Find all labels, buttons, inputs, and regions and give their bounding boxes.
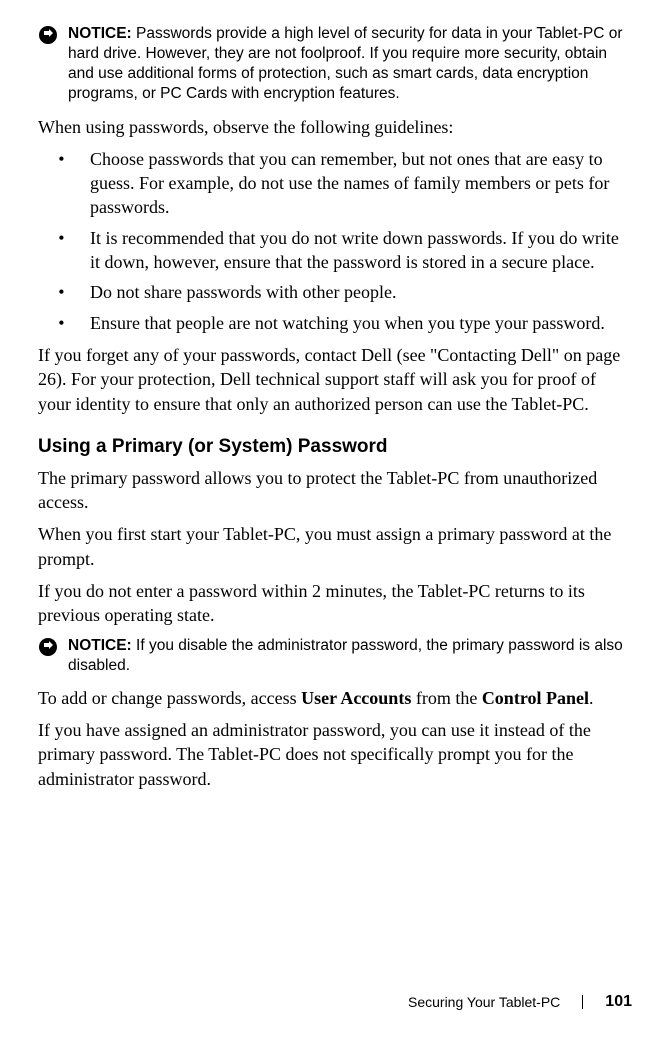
control-panel-bold: Control Panel — [482, 688, 589, 708]
notice-arrow-icon — [38, 25, 58, 45]
notice-label: NOTICE: — [68, 25, 132, 42]
primary-password-para3: If you do not enter a password within 2 … — [38, 579, 632, 628]
notice-body: Passwords provide a high level of securi… — [68, 25, 623, 102]
list-item: Choose passwords that you can remember, … — [78, 147, 632, 220]
list-item: It is recommended that you do not write … — [78, 226, 632, 275]
footer-page-number: 101 — [605, 993, 632, 1011]
list-item: Do not share passwords with other people… — [78, 280, 632, 304]
notice-block-2: NOTICE: If you disable the administrator… — [38, 636, 632, 676]
notice-block-1: NOTICE: Passwords provide a high level o… — [38, 24, 632, 105]
footer-separator — [582, 995, 583, 1009]
notice-text-2: NOTICE: If you disable the administrator… — [68, 636, 632, 676]
admin-password-para: If you have assigned an administrator pa… — [38, 718, 632, 791]
primary-password-para2: When you first start your Tablet-PC, you… — [38, 522, 632, 571]
notice-text-1: NOTICE: Passwords provide a high level o… — [68, 24, 632, 105]
list-item: Ensure that people are not watching you … — [78, 311, 632, 335]
add-change-para: To add or change passwords, access User … — [38, 686, 632, 710]
text-run: . — [589, 688, 594, 708]
notice-label: NOTICE: — [68, 637, 132, 654]
primary-password-para1: The primary password allows you to prote… — [38, 466, 632, 515]
page-footer: Securing Your Tablet-PC 101 — [408, 993, 632, 1011]
primary-password-heading: Using a Primary (or System) Password — [38, 436, 632, 458]
user-accounts-bold: User Accounts — [301, 688, 411, 708]
guidelines-intro: When using passwords, observe the follow… — [38, 115, 632, 139]
forgot-password-para: If you forget any of your passwords, con… — [38, 343, 632, 416]
footer-section-title: Securing Your Tablet-PC — [408, 994, 560, 1010]
text-run: from the — [411, 688, 481, 708]
guidelines-list: Choose passwords that you can remember, … — [38, 147, 632, 335]
notice-body: If you disable the administrator passwor… — [68, 637, 623, 674]
text-run: To add or change passwords, access — [38, 688, 301, 708]
notice-arrow-icon — [38, 637, 58, 657]
